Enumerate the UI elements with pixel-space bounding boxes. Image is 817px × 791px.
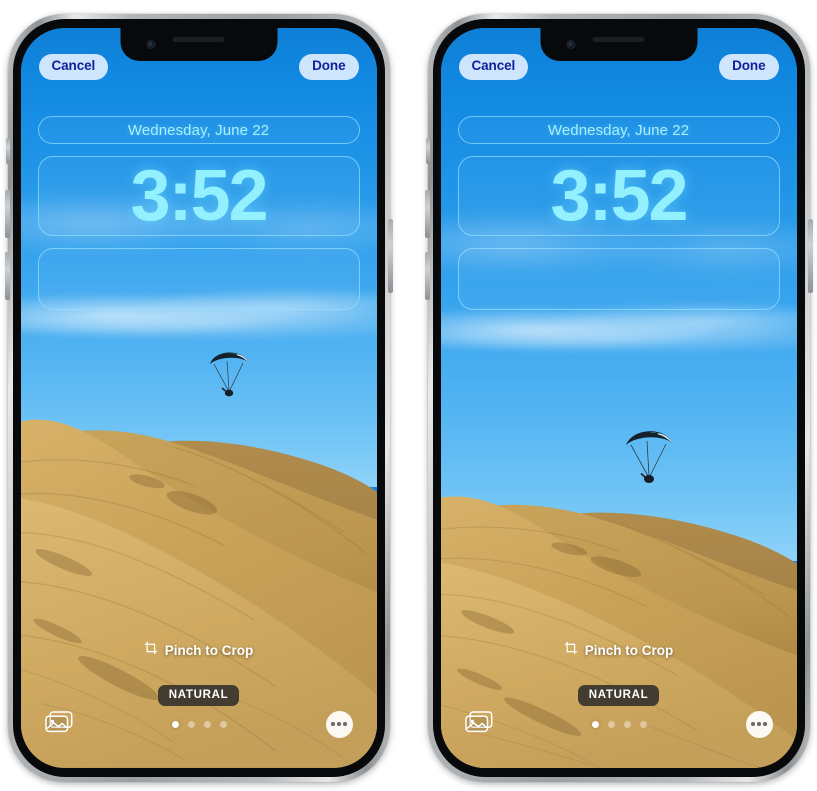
page-dot-4-right[interactable] <box>639 720 647 728</box>
earpiece-speaker-right <box>592 37 645 42</box>
widget-stack-left: Wednesday, June 22 3:52 <box>37 116 360 310</box>
empty-widget-slot-left[interactable] <box>37 248 360 310</box>
device-bezel-right: Cancel Done Wednesday, June 22 3:52 Pinc… <box>432 19 805 777</box>
power-button-left[interactable] <box>387 219 393 293</box>
date-text-left: Wednesday, June 22 <box>127 121 270 139</box>
style-badge-row-right: NATURAL <box>441 685 797 706</box>
volume-up-button-left[interactable] <box>4 190 10 238</box>
date-widget-slot-right[interactable]: Wednesday, June 22 <box>457 116 780 144</box>
cancel-button-left[interactable]: Cancel <box>38 54 109 80</box>
style-badge-left[interactable]: NATURAL <box>157 685 240 706</box>
style-badge-right[interactable]: NATURAL <box>577 685 660 706</box>
page-dot-3-right[interactable] <box>623 720 631 728</box>
iphone-device-right: Cancel Done Wednesday, June 22 3:52 Pinc… <box>424 14 813 782</box>
screen-right: Cancel Done Wednesday, June 22 3:52 Pinc… <box>440 28 797 768</box>
widget-stack-right: Wednesday, June 22 3:52 <box>457 116 780 310</box>
page-dot-1-left[interactable] <box>171 720 179 728</box>
crop-icon-left <box>144 641 158 660</box>
pinch-to-crop-label-left: Pinch to Crop <box>164 643 254 658</box>
earpiece-speaker-left <box>172 37 225 42</box>
page-dot-2-right[interactable] <box>607 720 615 728</box>
page-dot-4-left[interactable] <box>219 720 227 728</box>
pinch-to-crop-hint-right: Pinch to Crop <box>441 641 797 660</box>
iphone-device-left: Cancel Done Wednesday, June 22 3:52 Pinc… <box>4 14 393 782</box>
cancel-button-right[interactable]: Cancel <box>458 54 529 80</box>
photo-library-icon-left <box>44 711 73 737</box>
page-dot-3-left[interactable] <box>203 720 211 728</box>
crop-icon-right <box>564 641 578 660</box>
time-widget-slot-right[interactable]: 3:52 <box>457 155 780 236</box>
date-widget-slot-left[interactable]: Wednesday, June 22 <box>37 116 360 144</box>
time-widget-slot-left[interactable]: 3:52 <box>37 155 360 236</box>
photo-library-icon-right <box>464 711 493 737</box>
editor-bottom-bar-right <box>441 706 797 742</box>
page-dot-2-left[interactable] <box>187 720 195 728</box>
silent-switch-right[interactable] <box>425 138 430 164</box>
style-badge-row-left: NATURAL <box>21 685 377 706</box>
time-text-left: 3:52 <box>130 155 268 236</box>
volume-down-button-right[interactable] <box>424 252 430 300</box>
done-button-right[interactable]: Done <box>719 54 779 80</box>
photo-library-button-right[interactable] <box>464 711 493 737</box>
silent-switch-left[interactable] <box>5 138 10 164</box>
phone-comparison-stage: Cancel Done Wednesday, June 22 3:52 Pinc… <box>0 0 817 791</box>
empty-widget-slot-right[interactable] <box>457 248 780 310</box>
pinch-to-crop-hint-left: Pinch to Crop <box>21 641 377 660</box>
front-camera-left <box>146 40 155 49</box>
ellipsis-icon-left <box>331 722 347 726</box>
power-button-right[interactable] <box>807 219 813 293</box>
photo-library-button-left[interactable] <box>44 711 73 737</box>
page-indicator-left[interactable] <box>171 720 227 728</box>
ellipsis-icon-right <box>751 722 767 726</box>
page-indicator-right[interactable] <box>591 720 647 728</box>
done-button-left[interactable]: Done <box>299 54 359 80</box>
more-options-button-right[interactable] <box>745 710 773 738</box>
time-text-right: 3:52 <box>550 155 688 236</box>
page-dot-1-right[interactable] <box>591 720 599 728</box>
more-options-button-left[interactable] <box>325 710 353 738</box>
editor-topbar-left: Cancel Done <box>21 54 377 80</box>
front-camera-right <box>566 40 575 49</box>
screen-left: Cancel Done Wednesday, June 22 3:52 Pinc… <box>20 28 377 768</box>
date-text-right: Wednesday, June 22 <box>547 121 690 139</box>
volume-down-button-left[interactable] <box>4 252 10 300</box>
volume-up-button-right[interactable] <box>424 190 430 238</box>
editor-topbar-right: Cancel Done <box>441 54 797 80</box>
pinch-to-crop-label-right: Pinch to Crop <box>584 643 674 658</box>
editor-bottom-bar-left <box>21 706 377 742</box>
device-bezel-left: Cancel Done Wednesday, June 22 3:52 Pinc… <box>12 19 385 777</box>
